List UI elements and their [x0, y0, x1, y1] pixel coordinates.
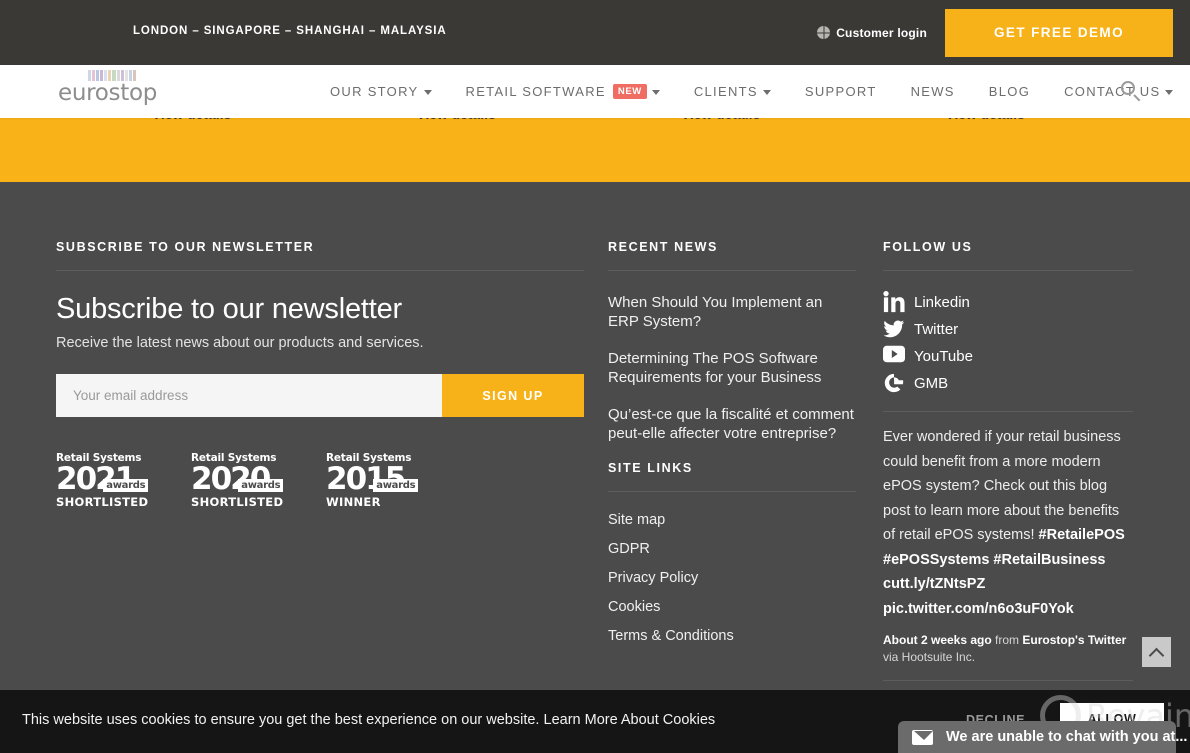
- nav-item-our-story[interactable]: OUR STORY: [330, 84, 432, 99]
- cookie-text: This website uses cookies to ensure you …: [22, 712, 715, 728]
- social-link-youtube[interactable]: YouTube: [883, 345, 1133, 367]
- youtube-icon: [883, 345, 905, 367]
- linkedin-icon: [883, 291, 905, 313]
- social-link-gmb[interactable]: GMB: [883, 372, 1133, 394]
- tweet-source[interactable]: Eurostop's Twitter: [1022, 633, 1126, 647]
- nav-item-news[interactable]: NEWS: [911, 84, 955, 99]
- site-logo[interactable]: eurostop: [58, 70, 158, 106]
- nav-label: CONTACT US: [1064, 84, 1161, 99]
- site-link-privacy-policy[interactable]: Privacy Policy: [608, 570, 856, 586]
- top-utility-bar: LONDON – SINGAPORE – SHANGHAI – MALAYSIA…: [0, 0, 1190, 65]
- site-links-heading: SITE LINKS: [608, 461, 856, 492]
- customer-login-link[interactable]: Customer login: [817, 26, 927, 40]
- newsletter-column: SUBSCRIBE TO OUR NEWSLETTER Subscribe to…: [56, 240, 584, 509]
- award-badge: Retail Systems 2020 awards SHORTLISTED: [191, 452, 302, 509]
- site-link-site-map[interactable]: Site map: [608, 512, 856, 528]
- award-badge: Retail Systems 2021 awards SHORTLISTED: [56, 452, 167, 509]
- nav-label: OUR STORY: [330, 84, 419, 99]
- news-and-links-column: RECENT NEWS When Should You Implement an…: [608, 240, 856, 657]
- follow-us-column: FOLLOW US Linkedin Twitter YouTube GMB E…: [883, 240, 1133, 681]
- chevron-down-icon: [423, 90, 432, 95]
- nav-item-blog[interactable]: BLOG: [989, 84, 1030, 99]
- award-word: awards: [103, 479, 149, 492]
- chat-widget[interactable]: We are unable to chat with you at...: [898, 721, 1187, 753]
- cookie-message: This website uses cookies to ensure you …: [22, 712, 544, 728]
- search-icon[interactable]: [1120, 80, 1142, 102]
- site-links-list: Site map GDPR Privacy Policy Cookies Ter…: [608, 512, 856, 644]
- recent-news-heading: RECENT NEWS: [608, 240, 856, 271]
- chevron-down-icon: [762, 90, 771, 95]
- tweet-meta: About 2 weeks ago from Eurostop's Twitte…: [883, 632, 1133, 681]
- social-label: Twitter: [914, 320, 959, 338]
- newsletter-subtitle: Receive the latest news about our produc…: [56, 335, 424, 351]
- award-word: awards: [373, 479, 419, 492]
- scroll-to-top-button[interactable]: [1142, 637, 1171, 667]
- nav-links: OUR STORY RETAIL SOFTWARE NEW CLIENTS SU…: [330, 65, 1174, 118]
- site-footer: SUBSCRIBE TO OUR NEWSLETTER Subscribe to…: [0, 182, 1190, 753]
- nav-label: RETAIL SOFTWARE: [465, 84, 606, 99]
- social-label: GMB: [914, 374, 949, 392]
- award-badge: Retail Systems 2015 awards WINNER: [326, 452, 437, 509]
- envelope-icon: [912, 729, 933, 745]
- social-link-twitter[interactable]: Twitter: [883, 318, 1133, 340]
- award-badges: Retail Systems 2021 awards SHORTLISTED Retai…: [56, 452, 584, 509]
- chevron-down-icon: [1165, 90, 1174, 95]
- social-link-linkedin[interactable]: Linkedin: [883, 291, 1133, 313]
- page-root: View details View details View details V…: [0, 0, 1190, 753]
- news-item[interactable]: Determining The POS Software Requirement…: [608, 349, 856, 387]
- social-label: Linkedin: [914, 293, 970, 311]
- newsletter-form: SIGN UP: [56, 374, 584, 417]
- customer-login-label: Customer login: [836, 25, 927, 40]
- nav-label: SUPPORT: [804, 84, 877, 99]
- site-link-gdpr[interactable]: GDPR: [608, 541, 856, 557]
- award-status: SHORTLISTED: [191, 495, 284, 509]
- award-status: SHORTLISTED: [56, 495, 149, 509]
- nav-item-retail-software[interactable]: RETAIL SOFTWARE NEW: [466, 84, 660, 99]
- tweet-body: Ever wondered if your retail business co…: [883, 429, 1121, 543]
- get-free-demo-button[interactable]: GET FREE DEMO: [945, 8, 1173, 57]
- google-my-business-icon: [883, 372, 905, 394]
- news-item[interactable]: Qu’est-ce que la fiscalité et comment pe…: [608, 405, 856, 443]
- award-word: awards: [238, 479, 284, 492]
- newsletter-heading: SUBSCRIBE TO OUR NEWSLETTER: [56, 240, 584, 271]
- chevron-down-icon: [651, 90, 660, 95]
- twitter-feed-item: Ever wondered if your retail business co…: [883, 425, 1133, 621]
- nav-item-support[interactable]: SUPPORT: [805, 84, 877, 99]
- newsletter-title: Subscribe to our newsletter: [56, 293, 402, 325]
- nav-label: NEWS: [910, 84, 955, 99]
- recent-news-list: When Should You Implement an ERP System?…: [608, 293, 856, 443]
- learn-more-cookies-link[interactable]: Learn More About Cookies: [544, 712, 716, 728]
- award-status: WINNER: [326, 495, 381, 509]
- office-locations: LONDON – SINGAPORE – SHANGHAI – MALAYSIA: [133, 25, 447, 37]
- site-link-cookies[interactable]: Cookies: [608, 599, 856, 615]
- social-label: YouTube: [914, 347, 973, 365]
- main-navbar: OUR STORY RETAIL SOFTWARE NEW CLIENTS SU…: [0, 65, 1190, 118]
- nav-item-contact-us[interactable]: CONTACT US: [1064, 84, 1174, 99]
- follow-us-heading: FOLLOW US: [883, 240, 1133, 271]
- nav-label: BLOG: [988, 84, 1031, 99]
- chat-widget-label: We are unable to chat with you at...: [946, 729, 1188, 745]
- signup-button[interactable]: SIGN UP: [442, 374, 584, 417]
- logo-wordmark: eurostop: [58, 80, 158, 106]
- nav-label: CLIENTS: [693, 84, 758, 99]
- email-input[interactable]: [56, 374, 442, 417]
- twitter-icon: [883, 318, 905, 340]
- globe-icon: [817, 26, 831, 39]
- news-item[interactable]: When Should You Implement an ERP System?: [608, 293, 856, 331]
- site-link-terms-conditions[interactable]: Terms & Conditions: [608, 628, 856, 644]
- new-badge: NEW: [612, 84, 647, 99]
- topbar-actions: Customer login GET FREE DEMO: [817, 0, 1190, 65]
- tweet-time: About 2 weeks ago: [883, 633, 992, 647]
- tweet-meta-mid: from: [991, 633, 1023, 647]
- social-links: Linkedin Twitter YouTube GMB: [883, 291, 1133, 412]
- tweet-meta-end: via Hootsuite Inc.: [883, 650, 976, 664]
- nav-item-clients[interactable]: CLIENTS: [694, 84, 771, 99]
